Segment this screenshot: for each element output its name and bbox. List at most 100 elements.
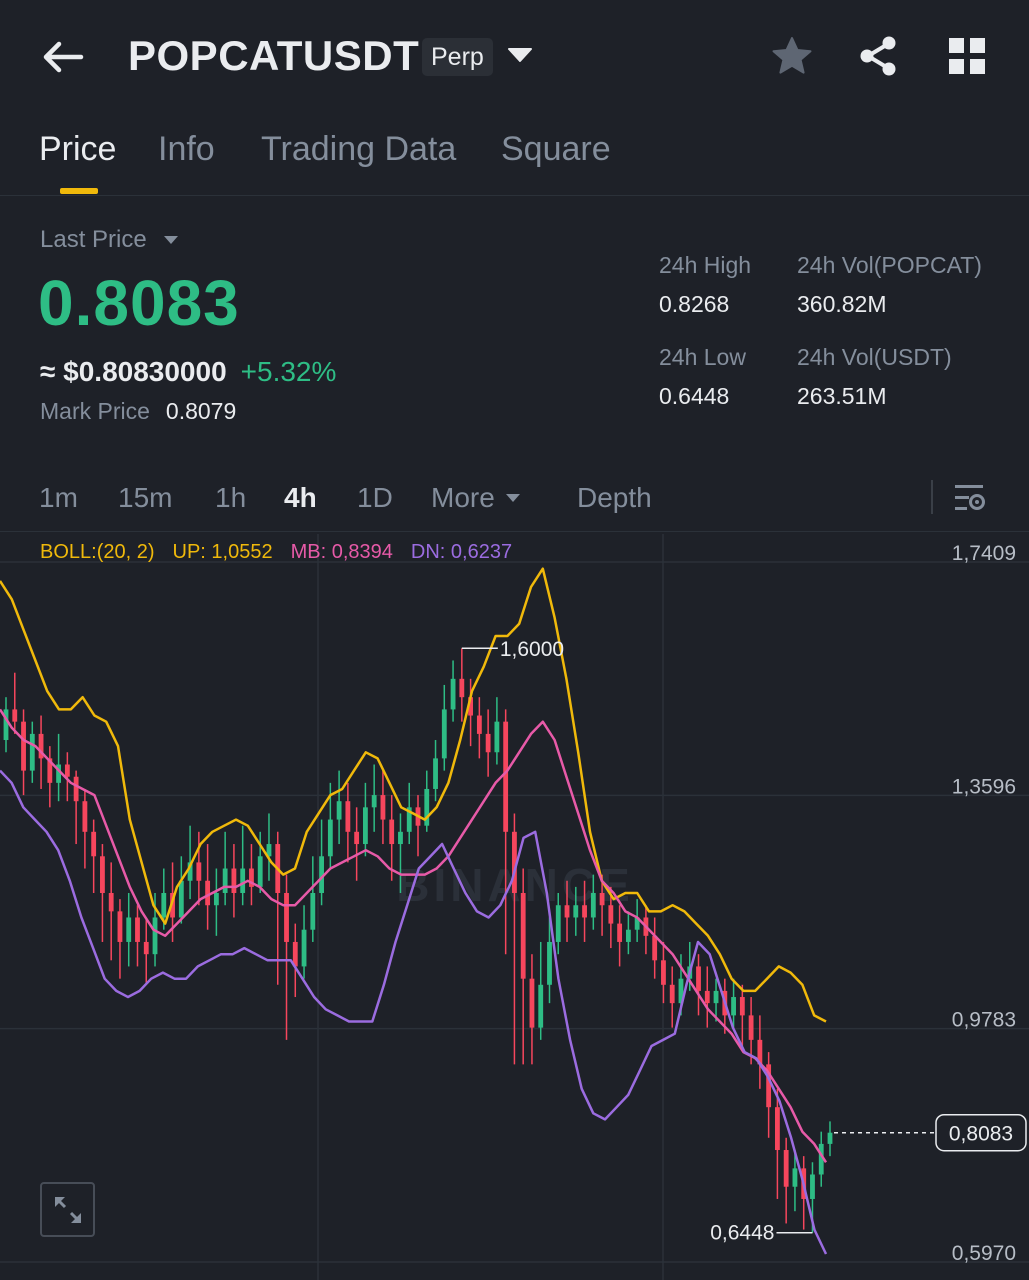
- top-bar: POPCATUSDT Perp: [0, 0, 1029, 112]
- candle-body: [494, 721, 500, 753]
- candle-body: [555, 905, 561, 942]
- candle-body: [590, 892, 596, 918]
- depth-tab[interactable]: Depth: [577, 482, 652, 514]
- main-tabs: Price Info Trading Data Square: [0, 126, 1029, 196]
- candle-body: [100, 856, 105, 893]
- candle-body: [257, 856, 263, 887]
- divider: [931, 480, 933, 514]
- perp-badge: Perp: [422, 38, 493, 76]
- stat-value: 0.6448: [659, 383, 730, 409]
- candle-body: [29, 733, 35, 771]
- more-label: More: [431, 482, 495, 513]
- candle-body: [792, 1168, 798, 1187]
- mark-price-label: Mark Price: [40, 398, 150, 424]
- candle-body: [284, 892, 289, 942]
- last-price-label: Last Price: [40, 226, 147, 253]
- back-arrow-icon: [43, 41, 84, 73]
- candle-body: [91, 831, 97, 857]
- grid-icon: [949, 38, 985, 74]
- candle-body: [520, 892, 526, 979]
- candle-body: [739, 997, 745, 1016]
- candle-body: [599, 892, 605, 906]
- expand-icon: [54, 1196, 81, 1223]
- candle-body: [64, 764, 70, 777]
- candle-body: [161, 892, 167, 918]
- current-price-label: 0,8083: [949, 1123, 1013, 1146]
- stat-label: 24h Vol(USDT): [797, 344, 952, 370]
- interval-15m[interactable]: 15m: [118, 482, 172, 514]
- candle-body: [529, 978, 535, 1028]
- candle-body: [547, 941, 552, 985]
- grid-menu-button[interactable]: [942, 32, 992, 80]
- boll-legend: BOLL:(20, 2) UP: 1,0552 MB: 0,8394 DN: 0…: [40, 541, 512, 564]
- candle-body: [178, 880, 184, 918]
- back-button[interactable]: [38, 34, 88, 80]
- stat-label: 24h Low: [659, 344, 746, 370]
- candlestick-chart[interactable]: BINANCE1,74091,35960,97830,59701,60000,6…: [0, 534, 1029, 1280]
- tab-price[interactable]: Price: [39, 130, 116, 169]
- share-button[interactable]: [853, 32, 903, 80]
- candle-body: [301, 929, 307, 967]
- candle-body: [327, 819, 333, 857]
- active-tab-indicator: [60, 188, 98, 194]
- favorite-button[interactable]: [767, 32, 817, 80]
- candle-body: [783, 1150, 789, 1187]
- candle-body: [205, 880, 211, 906]
- caret-down-icon: [163, 236, 178, 244]
- share-icon: [860, 36, 896, 76]
- candle-body: [433, 758, 438, 789]
- boll-name: BOLL:(20, 2): [40, 541, 155, 563]
- fullscreen-button[interactable]: [40, 1182, 95, 1237]
- boll-dn-value: DN: 0,6237: [410, 541, 513, 563]
- high-marker-label: 1,6000: [500, 638, 564, 661]
- last-price-selector[interactable]: Last Price: [40, 226, 179, 254]
- y-axis-tick-label: 1,3596: [952, 775, 1016, 798]
- y-axis-tick-label: 0,5970: [952, 1242, 1016, 1265]
- interval-1m[interactable]: 1m: [39, 482, 78, 514]
- tab-square[interactable]: Square: [501, 130, 611, 169]
- candle-body: [625, 929, 631, 942]
- y-axis-tick-label: 1,7409: [952, 542, 1016, 565]
- tab-info[interactable]: Info: [158, 130, 215, 169]
- stat-value: 0.8268: [659, 291, 730, 317]
- candle-body: [398, 831, 403, 845]
- mark-price-value: 0.8079: [165, 398, 237, 424]
- candle-body: [126, 917, 132, 942]
- low-marker-label: 0,6448: [710, 1222, 774, 1245]
- symbol-dropdown-button[interactable]: [504, 42, 536, 68]
- y-axis-tick-label: 0,9783: [952, 1009, 1016, 1032]
- candle-body: [476, 715, 482, 734]
- interval-1d[interactable]: 1D: [357, 482, 393, 514]
- candle-body: [652, 935, 658, 961]
- stat-24h-vol-quote: 24h Vol(USDT) 263.51M: [797, 344, 952, 410]
- candle-body: [12, 709, 18, 722]
- boll-mb-value: MB: 0,8394: [290, 541, 393, 563]
- candle-body: [696, 966, 701, 991]
- interval-more-dropdown[interactable]: More: [431, 482, 521, 514]
- interval-4h[interactable]: 4h: [284, 482, 317, 514]
- candle-body: [485, 733, 491, 753]
- candle-body: [582, 905, 587, 918]
- interval-1h[interactable]: 1h: [215, 482, 246, 514]
- candle-body: [810, 1174, 815, 1199]
- boll-dn-line: [0, 769, 828, 1255]
- candle-body: [608, 905, 614, 924]
- stat-value: 263.51M: [797, 383, 887, 409]
- candle-body: [713, 990, 719, 1004]
- chart-settings-button[interactable]: [952, 480, 988, 516]
- candle-body: [617, 923, 623, 942]
- stat-label: 24h High: [659, 252, 752, 278]
- candle-body: [450, 678, 456, 710]
- candle-body: [573, 905, 579, 918]
- candle-body: [503, 721, 509, 832]
- last-price-value: 0.8083: [38, 267, 240, 339]
- candle-body: [143, 941, 149, 955]
- candle-body: [21, 721, 26, 771]
- symbol-title[interactable]: POPCATUSDT: [128, 32, 419, 80]
- candle-body: [380, 795, 386, 820]
- tab-trading-data[interactable]: Trading Data: [261, 130, 456, 169]
- candle-body: [564, 905, 570, 918]
- candle-body: [213, 892, 219, 906]
- candle-body: [538, 984, 544, 1028]
- candle-body: [108, 892, 114, 912]
